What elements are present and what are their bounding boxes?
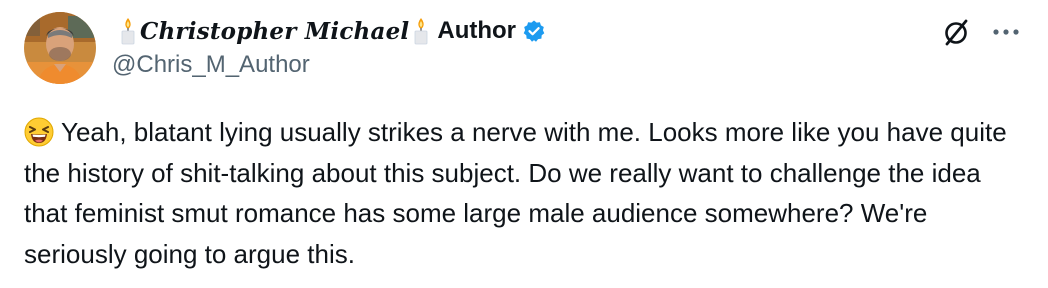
author-handle[interactable]: @Chris_M_Author bbox=[112, 51, 310, 79]
candle-icon bbox=[119, 17, 137, 45]
slashed-circle-icon[interactable] bbox=[940, 16, 972, 48]
avatar-image bbox=[24, 12, 96, 84]
author-name-row[interactable]: Christopher Michael Author bbox=[116, 14, 546, 48]
avatar[interactable] bbox=[24, 12, 96, 84]
tweet-text: Yeah, blatant lying usually strikes a ne… bbox=[24, 117, 1007, 269]
candle-icon bbox=[412, 17, 430, 45]
verified-badge-icon[interactable] bbox=[522, 19, 546, 43]
tweet-text-container: Yeah, blatant lying usually strikes a ne… bbox=[24, 112, 1024, 274]
tweet-card: Christopher Michael Author @Chris_M_Auth… bbox=[0, 0, 1048, 288]
author-display-name[interactable]: Christopher Michael bbox=[140, 18, 409, 45]
author-name-suffix[interactable]: Author bbox=[437, 17, 516, 45]
laughing-face-icon bbox=[24, 117, 54, 147]
ellipsis-icon[interactable] bbox=[988, 18, 1024, 46]
